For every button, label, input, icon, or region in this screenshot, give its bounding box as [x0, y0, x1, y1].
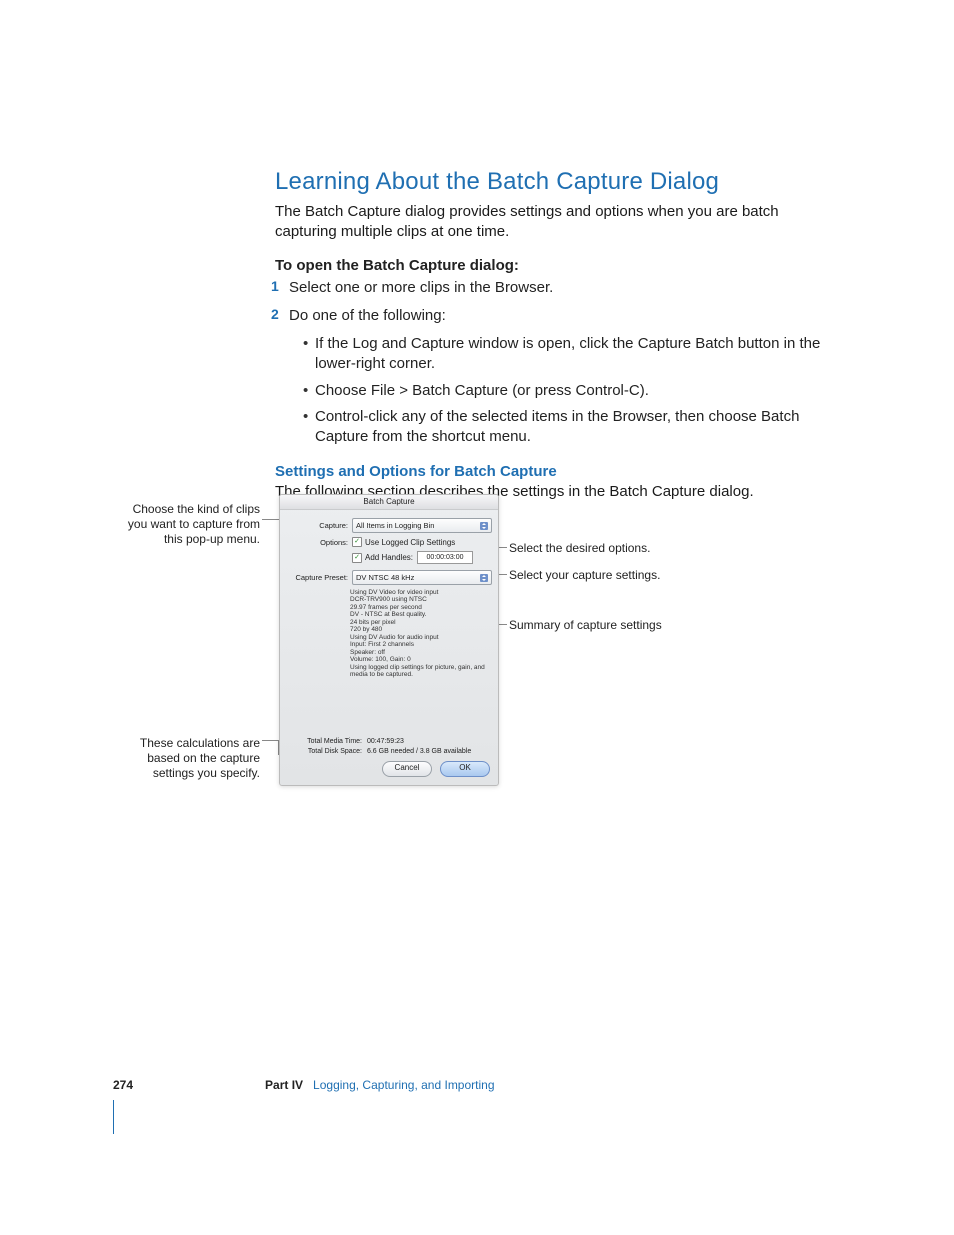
step-1: 1 Select one or more clips in the Browse…: [275, 278, 830, 298]
batch-capture-dialog: Batch Capture Capture: All Items in Logg…: [279, 494, 499, 786]
summary-line: Using logged clip settings for picture, …: [350, 664, 490, 679]
handles-timecode-field[interactable]: 00:00:03:00: [417, 551, 473, 564]
options-label: Options:: [286, 538, 352, 547]
step-number: 2: [271, 306, 279, 322]
intro-paragraph: The Batch Capture dialog provides settin…: [275, 202, 830, 243]
step-text: Do one of the following:: [289, 307, 446, 324]
dropdown-arrows-icon: [480, 574, 488, 582]
callout-line: [262, 740, 278, 741]
media-time-value: 00:47:59:23: [367, 738, 404, 745]
media-time-label: Total Media Time:: [288, 738, 365, 745]
add-handles-label: Add Handles:: [365, 553, 413, 562]
capture-popup-value: All Items in Logging Bin: [356, 521, 434, 530]
callout-capture-settings: Select your capture settings.: [509, 568, 709, 583]
capture-preset-popup[interactable]: DV NTSC 48 kHz: [352, 570, 492, 585]
summary-line: Using DV Audio for audio input: [350, 634, 490, 641]
cancel-button[interactable]: Cancel: [382, 761, 432, 777]
capture-label: Capture:: [286, 521, 352, 530]
disk-space-value: 6.6 GB needed / 3.8 GB available: [367, 748, 471, 755]
capture-popup[interactable]: All Items in Logging Bin: [352, 518, 492, 533]
summary-line: DCR-TRV900 using NTSC: [350, 596, 490, 603]
callout-summary: Summary of capture settings: [509, 618, 709, 633]
callout-calculations: These calculations are based on the capt…: [115, 736, 260, 781]
dropdown-arrows-icon: [480, 522, 488, 530]
disk-space-label: Total Disk Space:: [288, 748, 365, 755]
dialog-footer: Total Media Time: 00:47:59:23 Total Disk…: [280, 732, 498, 785]
procedure-heading: To open the Batch Capture dialog:: [275, 257, 830, 274]
part-label: Part IV: [265, 1078, 303, 1092]
summary-line: 24 bits per pixel: [350, 619, 490, 626]
summary-line: 720 by 480: [350, 626, 490, 633]
summary-line: 29.97 frames per second: [350, 604, 490, 611]
capture-preset-value: DV NTSC 48 kHz: [356, 573, 414, 582]
step-2-options: If the Log and Capture window is open, c…: [275, 334, 830, 447]
callout-options: Select the desired options.: [509, 541, 689, 556]
dialog-title: Batch Capture: [280, 495, 498, 510]
summary-line: Speaker: off: [350, 649, 490, 656]
page-number: 274: [113, 1078, 133, 1092]
summary-line: Using DV Video for video input: [350, 589, 490, 596]
summary-line: Volume: 100, Gain: 0: [350, 656, 490, 663]
use-logged-label: Use Logged Clip Settings: [365, 538, 455, 547]
section-heading: Learning About the Batch Capture Dialog: [275, 168, 830, 196]
part-title: Logging, Capturing, and Importing: [313, 1078, 494, 1092]
option-item: Choose File > Batch Capture (or press Co…: [303, 381, 830, 401]
add-handles-checkbox[interactable]: [352, 553, 362, 563]
preset-label: Capture Preset:: [286, 573, 352, 582]
summary-line: DV - NTSC at Best quality.: [350, 611, 490, 618]
page-footer: 274 Part IV Logging, Capturing, and Impo…: [113, 1078, 813, 1092]
step-number: 1: [271, 278, 279, 294]
page: Learning About the Batch Capture Dialog …: [0, 0, 954, 1235]
summary-line: Input: First 2 channels: [350, 641, 490, 648]
step-text: Select one or more clips in the Browser.: [289, 279, 553, 296]
subsection-heading: Settings and Options for Batch Capture: [275, 463, 830, 480]
body-column: Learning About the Batch Capture Dialog …: [275, 168, 830, 517]
option-item: If the Log and Capture window is open, c…: [303, 334, 830, 375]
batch-capture-figure: Choose the kind of clips you want to cap…: [115, 492, 845, 802]
callout-capture-popup: Choose the kind of clips you want to cap…: [115, 502, 260, 547]
preset-summary: Using DV Video for video input DCR-TRV90…: [350, 589, 490, 679]
footer-rule: [113, 1100, 114, 1134]
ok-button[interactable]: OK: [440, 761, 490, 777]
use-logged-checkbox[interactable]: [352, 537, 362, 547]
option-item: Control-click any of the selected items …: [303, 407, 830, 448]
step-2: 2 Do one of the following:: [275, 306, 830, 326]
